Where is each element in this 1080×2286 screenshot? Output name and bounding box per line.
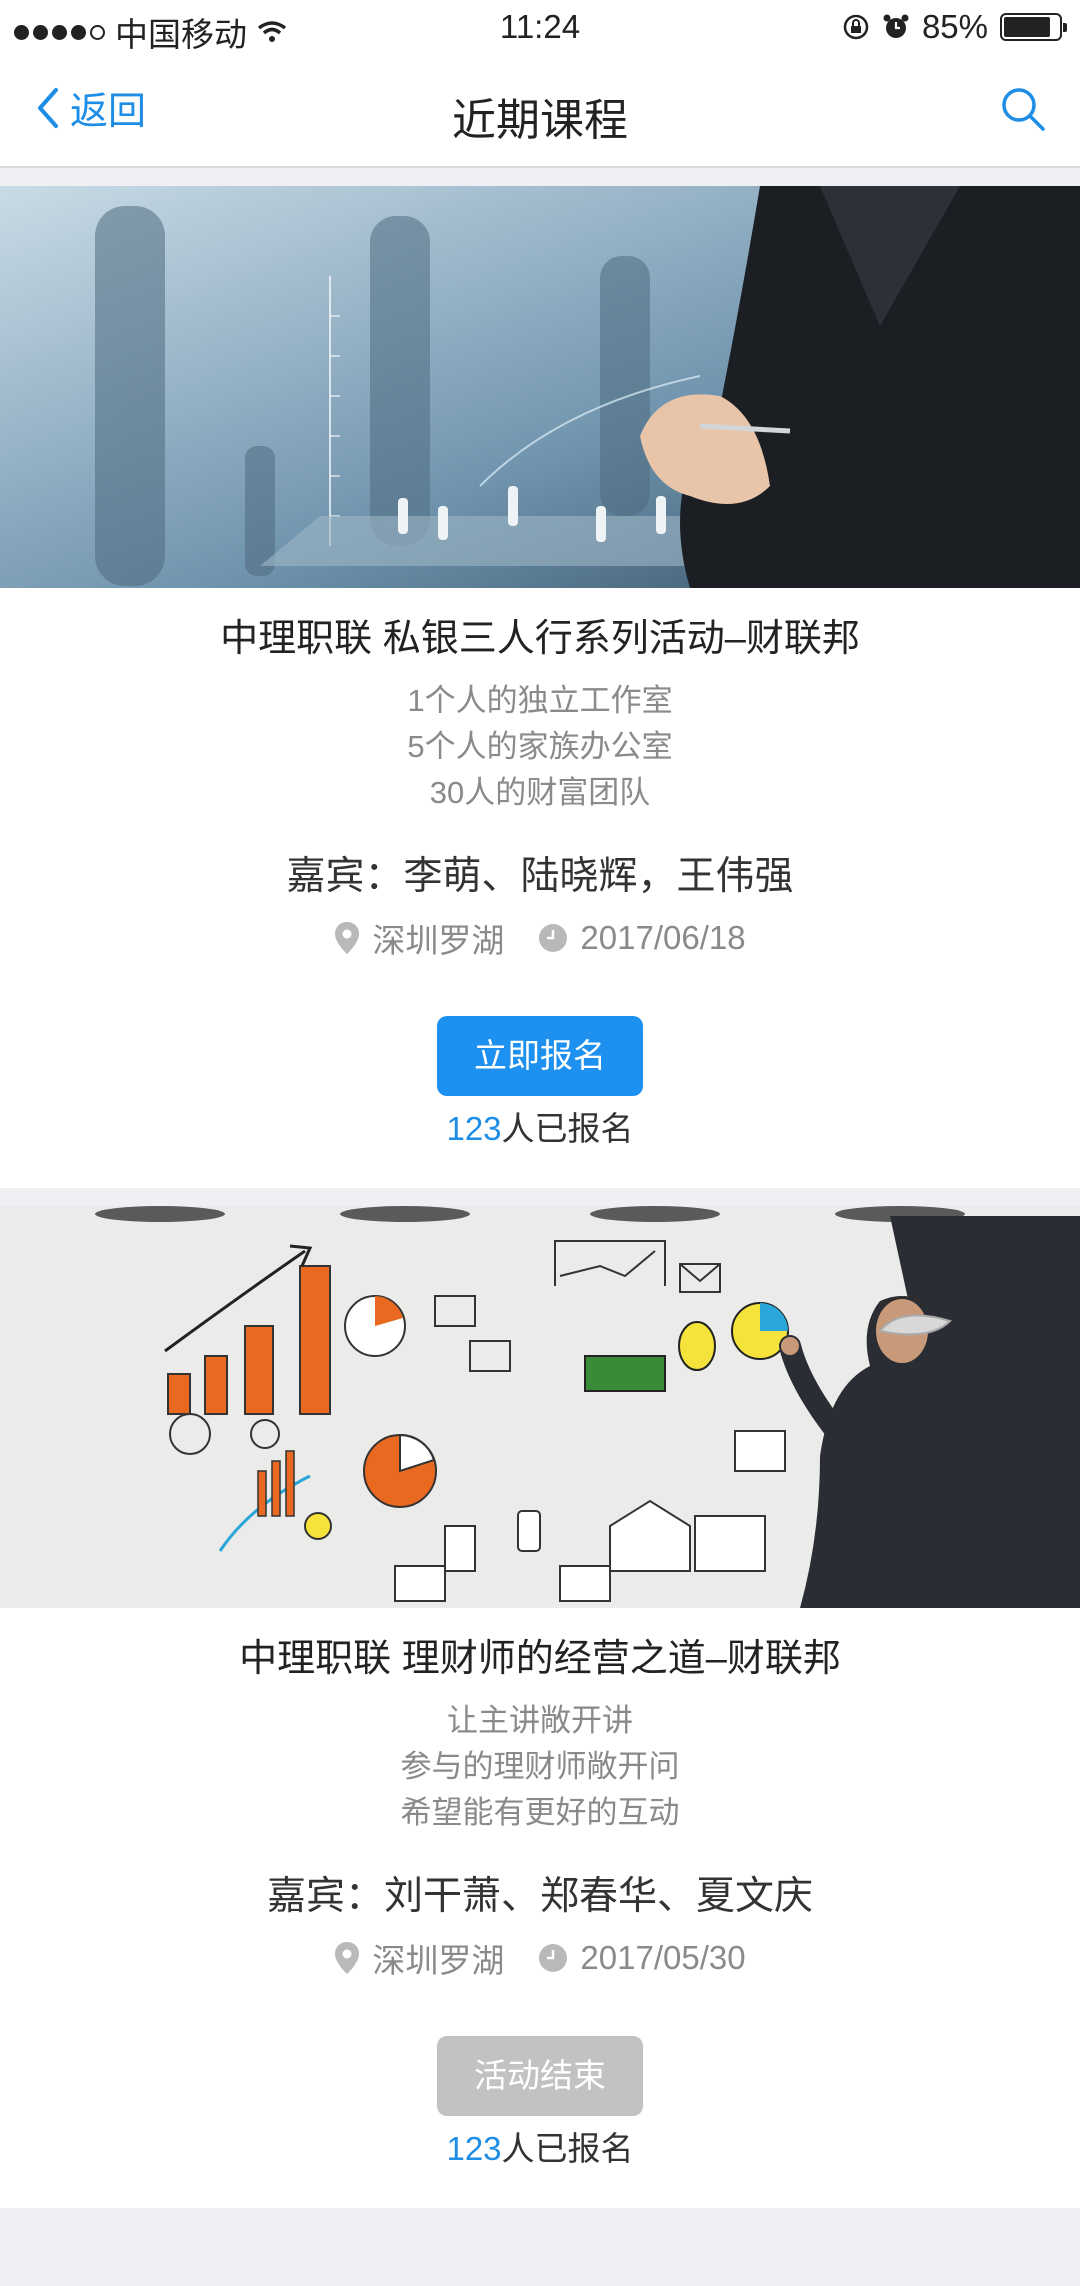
description-line: 5个人的家族办公室	[407, 729, 673, 764]
signup-suffix: 人已报名	[501, 2130, 634, 2167]
clock-icon	[539, 1944, 568, 1972]
business-illustration	[0, 186, 1080, 588]
course-meta: 深圳罗湖 2017/05/30	[0, 1934, 1080, 1982]
course-image	[0, 186, 1080, 588]
course-description: 1个人的独立工作室 5个人的家族办公室 30人的财富团队	[0, 678, 1080, 816]
signup-count: 123人已报名	[0, 2126, 1080, 2208]
search-icon	[1002, 88, 1045, 131]
battery-icon	[1000, 13, 1067, 41]
status-bar: 中国移动 11:24 85%	[0, 0, 1080, 58]
signup-number: 123	[446, 2130, 502, 2167]
description-line: 希望能有更好的互动	[400, 1795, 680, 1830]
location-info: 深圳罗湖	[334, 1934, 504, 1982]
course-meta: 深圳罗湖 2017/06/18	[0, 914, 1080, 962]
signup-count: 123人已报名	[0, 1106, 1080, 1188]
signup-suffix: 人已报名	[501, 1110, 634, 1147]
register-button[interactable]: 立即报名	[437, 1016, 643, 1096]
nav-bar: 返回 近期课程	[0, 58, 1080, 168]
date-info: 2017/06/18	[538, 919, 746, 957]
page-title: 近期课程	[452, 96, 628, 145]
section-gap	[0, 168, 1080, 186]
location-pin-icon	[335, 922, 360, 954]
course-guests: 嘉宾：刘干萧、郑春华、夏文庆	[266, 1875, 813, 1918]
course-description: 让主讲敞开讲 参与的理财师敞开问 希望能有更好的互动	[0, 1698, 1080, 1836]
section-gap	[0, 1188, 1080, 1206]
rotation-lock-icon	[843, 14, 869, 40]
signup-number: 123	[446, 1110, 502, 1147]
course-title[interactable]: 中理职联 私银三人行系列活动–财联邦	[0, 614, 1080, 664]
description-line: 让主讲敞开讲	[447, 1703, 633, 1738]
course-image	[0, 1206, 1080, 1608]
clock-icon	[539, 924, 568, 952]
event-ended-button[interactable]: 活动结束	[437, 2036, 643, 2116]
date-info: 2017/05/30	[538, 1939, 746, 1977]
description-line: 参与的理财师敞开问	[400, 1749, 680, 1784]
search-button[interactable]	[998, 84, 1048, 139]
course-date: 2017/05/30	[580, 1939, 746, 1976]
course-location: 深圳罗湖	[372, 922, 505, 959]
status-right: 85%	[842, 8, 1067, 46]
alarm-icon	[883, 14, 909, 38]
battery-percent: 85%	[921, 8, 988, 45]
course-date: 2017/06/18	[580, 919, 746, 956]
description-line: 30人的财富团队	[429, 775, 651, 810]
section-gap	[0, 2208, 1080, 2226]
battery-fill	[1004, 17, 1050, 37]
course-card[interactable]: 中理职联 理财师的经营之道–财联邦 让主讲敞开讲 参与的理财师敞开问 希望能有更…	[0, 1206, 1080, 2208]
description-line: 1个人的独立工作室	[407, 683, 673, 718]
course-location: 深圳罗湖	[372, 1942, 505, 1979]
course-guests: 嘉宾：李萌、陆晓辉，王伟强	[286, 855, 794, 898]
whiteboard-illustration	[0, 1206, 1080, 1608]
location-pin-icon	[335, 1942, 360, 1974]
course-card[interactable]: 中理职联 私银三人行系列活动–财联邦 1个人的独立工作室 5个人的家族办公室 3…	[0, 186, 1080, 1188]
location-info: 深圳罗湖	[334, 914, 504, 962]
course-title[interactable]: 中理职联 理财师的经营之道–财联邦	[0, 1634, 1080, 1684]
